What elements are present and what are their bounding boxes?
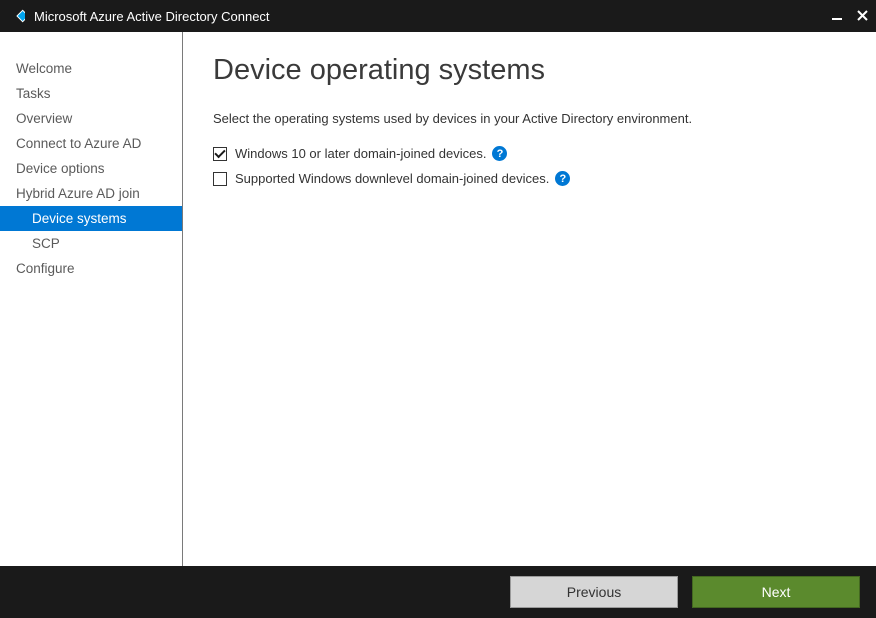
window-controls (831, 9, 868, 23)
content-area: Welcome Tasks Overview Connect to Azure … (0, 32, 876, 566)
titlebar: Microsoft Azure Active Directory Connect (0, 0, 876, 32)
next-button[interactable]: Next (692, 576, 860, 608)
app-icon (8, 7, 26, 25)
checkbox-windows10[interactable] (213, 147, 227, 161)
option-windows10: Windows 10 or later domain-joined device… (213, 146, 846, 161)
main-panel: Device operating systems Select the oper… (183, 32, 876, 566)
minimize-button[interactable] (831, 9, 843, 23)
sidebar-item-label: Tasks (16, 86, 51, 101)
option-label: Windows 10 or later domain-joined device… (235, 146, 486, 161)
checkbox-downlevel[interactable] (213, 172, 227, 186)
sidebar-item-label: SCP (32, 236, 60, 251)
sidebar-item-overview[interactable]: Overview (0, 106, 182, 131)
option-downlevel: Supported Windows downlevel domain-joine… (213, 171, 846, 186)
sidebar-item-label: Device options (16, 161, 105, 176)
sidebar-item-welcome[interactable]: Welcome (0, 56, 182, 81)
sidebar-item-device-options[interactable]: Device options (0, 156, 182, 181)
sidebar-item-label: Hybrid Azure AD join (16, 186, 140, 201)
sidebar-item-hybrid-join[interactable]: Hybrid Azure AD join (0, 181, 182, 206)
page-description: Select the operating systems used by dev… (213, 111, 846, 126)
help-icon[interactable]: ? (555, 171, 570, 186)
sidebar-item-label: Connect to Azure AD (16, 136, 141, 151)
sidebar-item-device-systems[interactable]: Device systems (0, 206, 182, 231)
sidebar-item-connect-azure-ad[interactable]: Connect to Azure AD (0, 131, 182, 156)
footer: Previous Next (0, 566, 876, 618)
help-icon[interactable]: ? (492, 146, 507, 161)
sidebar-item-label: Overview (16, 111, 72, 126)
sidebar-item-label: Configure (16, 261, 75, 276)
page-title: Device operating systems (213, 54, 846, 87)
sidebar-item-label: Welcome (16, 61, 72, 76)
sidebar-item-scp[interactable]: SCP (0, 231, 182, 256)
titlebar-title: Microsoft Azure Active Directory Connect (34, 9, 831, 24)
sidebar: Welcome Tasks Overview Connect to Azure … (0, 32, 183, 566)
previous-button[interactable]: Previous (510, 576, 678, 608)
sidebar-item-label: Device systems (32, 211, 127, 226)
sidebar-item-tasks[interactable]: Tasks (0, 81, 182, 106)
close-button[interactable] (857, 10, 868, 23)
option-label: Supported Windows downlevel domain-joine… (235, 171, 549, 186)
sidebar-item-configure[interactable]: Configure (0, 256, 182, 281)
